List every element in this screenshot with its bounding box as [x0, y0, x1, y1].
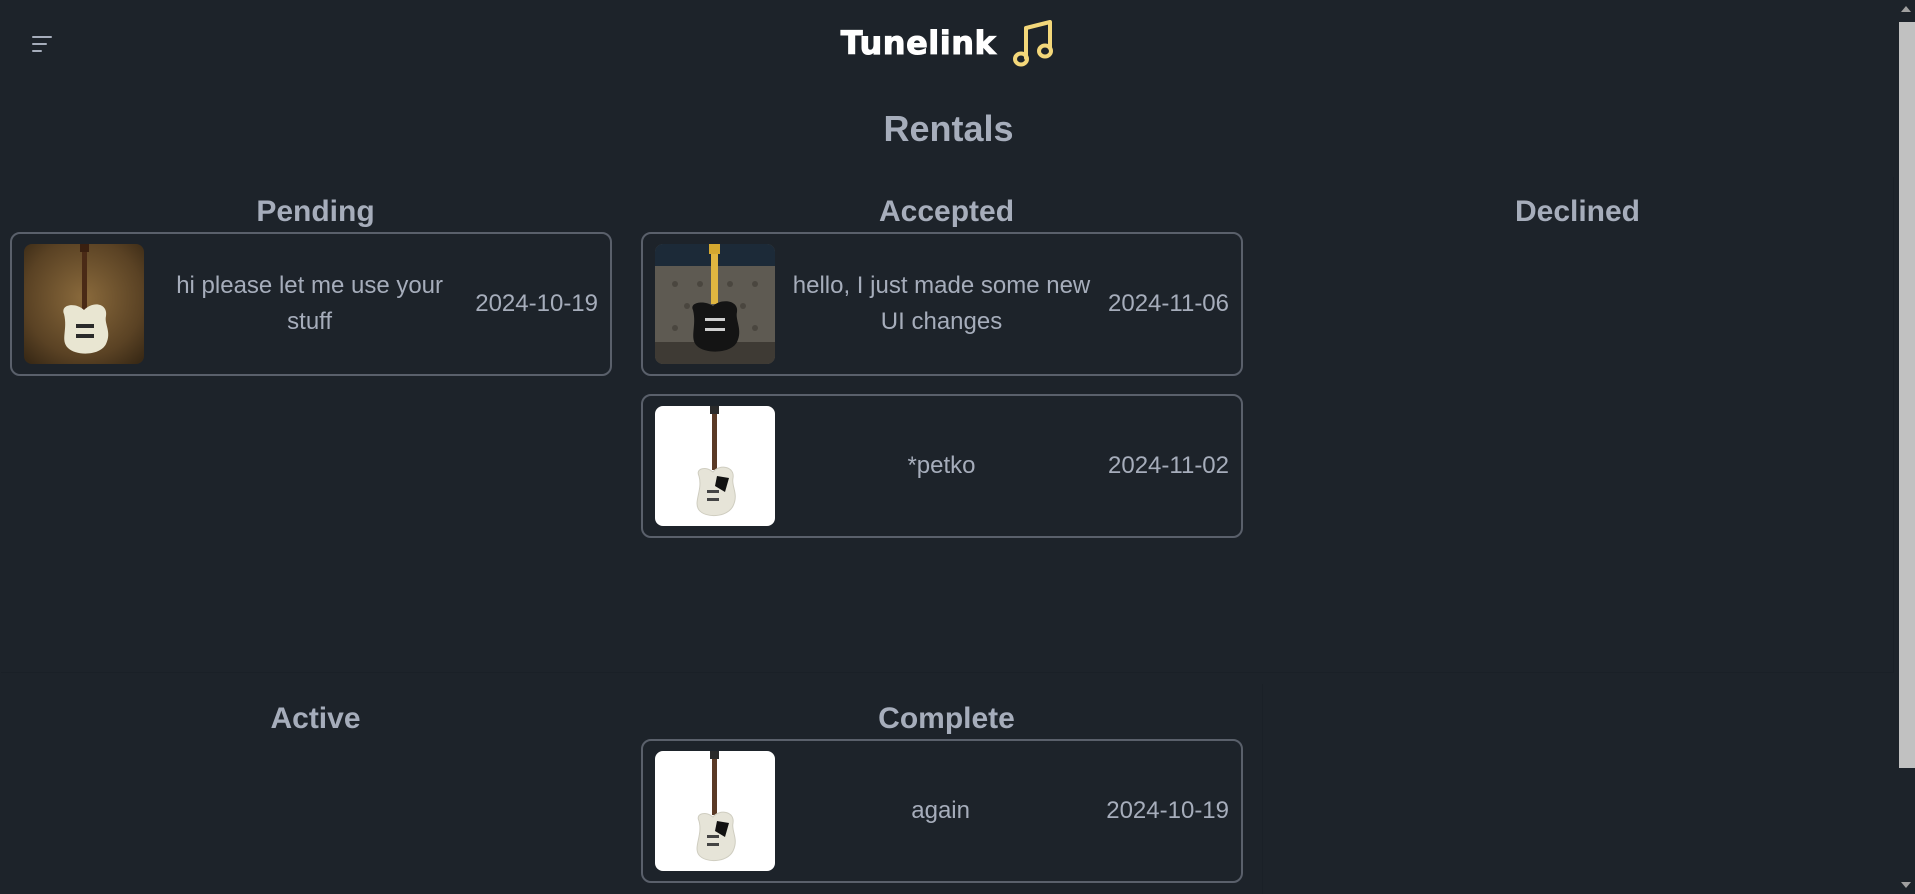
music-note-icon — [1013, 20, 1054, 67]
rental-card[interactable]: hello, I just made some new UI changes 2… — [641, 232, 1243, 376]
rental-message: hello, I just made some new UI changes — [792, 272, 1091, 335]
guitar-photo-cream-offset — [24, 244, 144, 364]
section-title-complete: Complete — [878, 702, 1015, 735]
rental-date: 2024-11-02 — [1108, 452, 1229, 479]
app-root: Tunelink Rentals Pending hi please let m… — [0, 0, 1915, 894]
rental-date: 2024-11-06 — [1108, 290, 1229, 317]
section-title-accepted: Accepted — [878, 195, 1015, 228]
rental-message: *petko — [907, 452, 976, 479]
section-complete: Complete again 2024-10-19 — [631, 683, 1262, 894]
rental-card[interactable]: *petko 2024-11-02 — [641, 394, 1243, 538]
section-title-active: Active — [270, 702, 361, 735]
rental-card[interactable]: hi please let me use your stuff 2024-10-… — [10, 232, 612, 376]
brand-name: Tunelink — [840, 24, 997, 63]
guitar-photo-white-electric — [655, 751, 775, 871]
rental-message: again — [911, 797, 970, 824]
section-accepted: Accepted hello, I just made some new UI … — [631, 176, 1262, 672]
rental-card[interactable]: again 2024-10-19 — [641, 739, 1243, 883]
scroll-up-arrow-icon[interactable] — [1901, 6, 1911, 12]
page-title: Rentals — [883, 108, 1014, 149]
brand[interactable]: Tunelink — [0, 18, 1897, 68]
section-title-declined: Declined — [1514, 195, 1641, 228]
section-declined: Declined — [1262, 176, 1893, 672]
rental-date: 2024-10-19 — [1106, 797, 1229, 824]
rental-message: hi please let me use your stuff — [176, 272, 444, 335]
section-active: Active — [0, 683, 631, 894]
guitar-photo-black-strat — [655, 244, 775, 364]
section-pending: Pending hi please let me use your stuff … — [0, 176, 631, 672]
vertical-scrollbar[interactable] — [1895, 0, 1915, 894]
section-title-pending: Pending — [256, 195, 375, 228]
guitar-photo-white-electric — [655, 406, 775, 526]
rental-date: 2024-10-19 — [475, 290, 598, 317]
scrollbar-thumb[interactable] — [1899, 22, 1915, 768]
scroll-down-arrow-icon[interactable] — [1901, 882, 1911, 888]
